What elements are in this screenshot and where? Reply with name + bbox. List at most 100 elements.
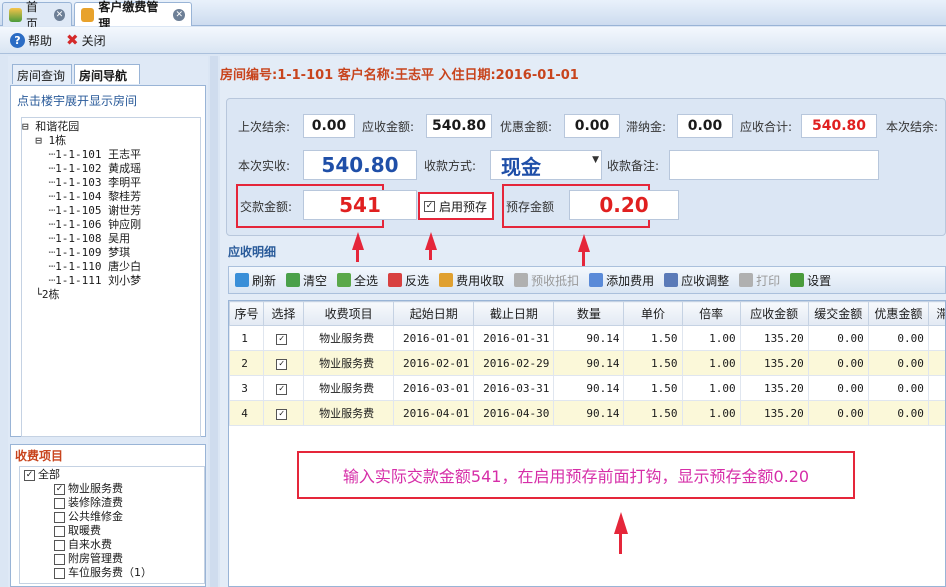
- tree-node[interactable]: ┈1-1-105 谢世芳: [22, 204, 200, 218]
- tab-payment[interactable]: 客户缴费管理 ✕: [74, 0, 192, 31]
- room-tree[interactable]: ⊟ 和谐花园 ⊟ 1栋 ┈1-1-101 王志平 ┈1-1-102 黄成瑶 ┈1…: [21, 117, 201, 437]
- column-header[interactable]: 优惠金额: [867, 301, 929, 326]
- tree-node[interactable]: ┈1-1-111 刘小梦: [22, 274, 200, 288]
- charge-item[interactable]: 附房管理费: [20, 552, 204, 566]
- table-cell: 135.20: [739, 350, 809, 376]
- refresh-button[interactable]: 刷新: [235, 272, 276, 289]
- charge-item[interactable]: 装修除渣费: [20, 496, 204, 510]
- table-cell: 1.50: [623, 400, 683, 426]
- tree-node[interactable]: ┈1-1-110 唐少白: [22, 260, 200, 274]
- tab-room-nav[interactable]: 房间导航: [74, 64, 140, 84]
- clear-button[interactable]: 清空: [286, 272, 327, 289]
- method-select[interactable]: 现金 ▼: [490, 150, 602, 180]
- close-tab-icon[interactable]: ✕: [53, 8, 65, 21]
- receivable-field[interactable]: 540.80: [426, 114, 492, 138]
- charge-item[interactable]: ✓ 物业服务费: [20, 482, 204, 496]
- last-balance-label: 上次结余:: [238, 120, 291, 134]
- help-button[interactable]: ? 帮助: [10, 32, 52, 49]
- charge-icon: [439, 273, 454, 287]
- table-row[interactable]: 1 ✓ 物业服务费 2016-01-01 2016-01-31 90.14 1.50 1.00…: [229, 325, 945, 351]
- adjust-button[interactable]: 应收调整: [664, 272, 729, 289]
- charge-label: 全部: [38, 468, 60, 481]
- tree-node[interactable]: ┈1-1-104 黎桂芳: [22, 190, 200, 204]
- column-header[interactable]: 序号: [229, 301, 265, 326]
- total-field[interactable]: 540.80: [801, 114, 877, 138]
- tree-node[interactable]: ⊟ 1栋: [22, 134, 200, 148]
- charge-label: 装修除渣费: [68, 496, 123, 509]
- column-header[interactable]: 滞纳: [927, 301, 945, 326]
- tree-node[interactable]: ┈1-1-108 吴用: [22, 232, 200, 246]
- charge-checkbox[interactable]: [54, 497, 65, 509]
- prepay-field[interactable]: 0.20: [569, 190, 679, 220]
- table-cell: 0.00: [867, 325, 929, 351]
- column-header[interactable]: 收费项目: [303, 301, 395, 326]
- table-cell: 0.00: [807, 400, 869, 426]
- remark-field[interactable]: [669, 150, 879, 180]
- charge-checkbox[interactable]: [54, 553, 65, 565]
- table-row[interactable]: 4 ✓ 物业服务费 2016-04-01 2016-04-30 90.14 1.50 1.00…: [229, 400, 945, 426]
- charge-item[interactable]: 自来水费: [20, 538, 204, 552]
- column-header[interactable]: 截止日期: [473, 301, 555, 326]
- splitter[interactable]: [210, 56, 218, 587]
- charge-checkbox[interactable]: [54, 511, 65, 523]
- table-cell: 90.14: [553, 400, 625, 426]
- tree-node[interactable]: ┈1-1-101 王志平: [22, 148, 200, 162]
- charge-label: 取暖费: [68, 524, 101, 537]
- row-checkbox[interactable]: ✓: [276, 409, 288, 420]
- charge-checkbox[interactable]: [54, 539, 65, 551]
- charge-item[interactable]: ✓ 全部: [20, 468, 204, 482]
- tree-node[interactable]: ┈1-1-102 黄成瑶: [22, 162, 200, 176]
- settings-button[interactable]: 设置: [790, 272, 831, 289]
- charge-item[interactable]: 车位服务费（1）: [20, 566, 204, 580]
- discount-field[interactable]: 0.00: [564, 114, 620, 138]
- table-cell: 物业服务费: [303, 350, 395, 376]
- row-checkbox[interactable]: ✓: [276, 334, 288, 345]
- prepay-toggle[interactable]: ✓ 启用预存: [418, 192, 494, 220]
- column-header[interactable]: 选择: [263, 301, 305, 326]
- prepay-deduct-button[interactable]: 预收抵扣: [514, 272, 579, 289]
- charge-checkbox[interactable]: [54, 525, 65, 537]
- column-header[interactable]: 应收金额: [739, 301, 809, 326]
- row-checkbox[interactable]: ✓: [276, 359, 288, 370]
- column-header[interactable]: 起始日期: [393, 301, 475, 326]
- tab-room-search[interactable]: 房间查询: [12, 64, 72, 84]
- tree-node[interactable]: ┈1-1-106 钟应刚: [22, 218, 200, 232]
- charge-checkbox[interactable]: ✓: [24, 469, 35, 481]
- column-header[interactable]: 倍率: [681, 301, 741, 326]
- charge-items-title: 收费项目: [15, 449, 64, 463]
- close-tab-icon[interactable]: ✕: [173, 8, 185, 21]
- section-title[interactable]: 应收明细: [228, 243, 298, 263]
- prepay-checkbox[interactable]: ✓: [424, 200, 435, 212]
- actual-field[interactable]: 540.80: [303, 150, 417, 180]
- table-row[interactable]: 2 ✓ 物业服务费 2016-02-01 2016-02-29 90.14 1.50 1.00…: [229, 350, 945, 376]
- print-button[interactable]: 打印: [739, 272, 780, 289]
- charge-button[interactable]: 费用收取: [439, 272, 504, 289]
- column-header[interactable]: 缓交金额: [807, 301, 869, 326]
- column-header[interactable]: 单价: [623, 301, 683, 326]
- last-balance-field[interactable]: 0.00: [303, 114, 355, 138]
- charge-label: 费用收取: [456, 273, 505, 288]
- close-button[interactable]: ✖ 关闭: [66, 31, 106, 49]
- charge-item[interactable]: 公共维修金: [20, 510, 204, 524]
- charge-checkbox[interactable]: ✓: [54, 483, 65, 495]
- charge-item[interactable]: 取暖费: [20, 524, 204, 538]
- select-all-button[interactable]: 全选: [337, 272, 378, 289]
- tree-node[interactable]: ⊟ 和谐花园: [22, 120, 200, 134]
- add-fee-button[interactable]: 添加费用: [589, 272, 654, 289]
- tree-node[interactable]: ┈1-1-103 李明平: [22, 176, 200, 190]
- column-header[interactable]: 数量: [553, 301, 625, 326]
- row-checkbox[interactable]: ✓: [276, 384, 288, 395]
- charge-checkbox[interactable]: [54, 567, 65, 579]
- arrow-3: [578, 234, 590, 266]
- dropdown-icon[interactable]: ▼: [592, 155, 599, 165]
- late-fee-field[interactable]: 0.00: [677, 114, 733, 138]
- tree-node[interactable]: ┈1-1-109 梦琪: [22, 246, 200, 260]
- paid-label: 交款金额:: [240, 200, 293, 214]
- table-row[interactable]: 3 ✓ 物业服务费 2016-03-01 2016-03-31 90.14 1.50 1.00…: [229, 375, 945, 401]
- tab-home[interactable]: 首页 ✕: [2, 0, 72, 31]
- tree-node[interactable]: └2栋: [22, 288, 200, 302]
- room-info: 房间编号:1-1-101 客户名称:王志平 入住日期:2016-01-01: [220, 68, 579, 83]
- paid-field[interactable]: 541: [303, 190, 417, 220]
- table-cell: 135.20: [739, 400, 809, 426]
- invert-button[interactable]: 反选: [388, 272, 429, 289]
